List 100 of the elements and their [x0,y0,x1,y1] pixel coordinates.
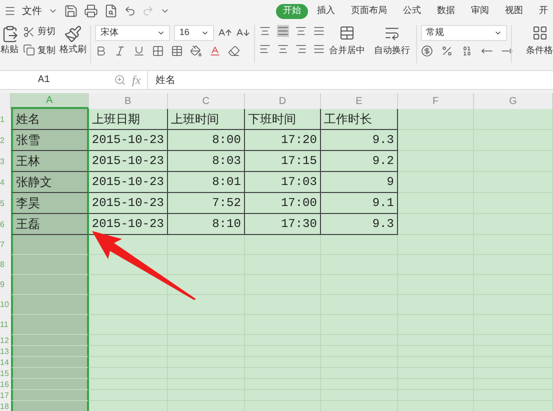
ribbon-tab[interactable]: 开 [532,4,553,18]
justify-icon[interactable] [312,43,325,55]
cell-text: 姓名 [16,111,40,128]
font-name-select[interactable]: 宋体 [95,25,170,41]
cell-text: 王林 [16,153,40,170]
cell-text: 2015-10-23 [92,174,164,191]
fx-label: fx [132,72,141,89]
cell-text: 下班时间 [248,111,296,128]
currency-icon[interactable] [421,45,434,57]
row-header[interactable]: 12 [0,335,11,346]
copy-icon[interactable] [23,44,36,56]
row-header[interactable]: 5 [0,193,11,214]
cut-label[interactable]: 剪切 [37,25,56,38]
row-header[interactable]: 18 [0,401,11,411]
cell-text: 2015-10-23 [92,195,164,212]
chevron-icon[interactable] [157,29,166,37]
row-header[interactable]: 15 [0,368,11,379]
print-icon[interactable] [84,4,98,18]
row-header[interactable]: 17 [0,390,11,401]
cell-text: 7:52 [212,195,241,212]
ribbon-tab[interactable]: 页面布局 [344,4,394,18]
column-header[interactable]: C [168,93,245,109]
column-header[interactable]: G [474,93,553,109]
cell-text: 上班时间 [170,111,219,128]
conditional-format-icon[interactable] [532,25,548,41]
merge-icon[interactable] [339,25,356,41]
align-middle-icon[interactable] [277,25,290,37]
name-box[interactable]: A1 [0,72,88,88]
column-header[interactable]: D [244,93,321,109]
eraser-icon[interactable] [228,45,240,57]
row-header[interactable]: 6 [0,214,11,235]
conditional-format-button[interactable]: 条件格 [526,44,553,58]
column-header[interactable]: B [88,93,168,109]
row-header[interactable]: 9 [0,275,11,295]
number-format-select[interactable]: 常规 [421,25,508,41]
chevron-icon[interactable] [494,29,502,37]
cell-text: 上班日期 [92,111,140,128]
ribbon-tab[interactable]: 插入 [310,4,342,18]
row-header[interactable]: 16 [0,379,11,390]
ribbon-tab[interactable]: 视图 [498,4,530,18]
format-painter-icon[interactable] [64,25,82,43]
wrap-text-button[interactable]: 自动换行 [374,44,410,58]
row-header[interactable]: 3 [0,151,11,172]
align-left-icon[interactable] [259,43,272,55]
ribbon-tab[interactable]: 开始 [276,4,308,18]
row-header[interactable]: 11 [0,315,11,335]
font-color-icon[interactable] [209,45,222,57]
cell-text: 2015-10-23 [92,153,164,170]
wrap-text-icon[interactable] [384,25,400,41]
preview-icon[interactable] [104,4,118,18]
row-header[interactable]: 13 [0,346,11,357]
ribbon-tab[interactable]: 审阅 [464,4,496,18]
chevron-icon[interactable] [201,29,210,37]
row-header[interactable]: 2 [0,130,11,151]
font-size-select[interactable]: 16 [174,25,214,41]
border-icon[interactable] [152,45,164,57]
save-icon[interactable] [64,4,78,18]
file-menu[interactable]: 文件 [22,4,42,18]
italic-icon[interactable] [114,45,126,57]
row-header[interactable]: 14 [0,357,11,368]
row-header[interactable]: 10 [0,295,11,315]
row-header[interactable]: 1 [0,109,11,130]
merge-button[interactable]: 合并居中 [329,44,366,58]
align-center-icon[interactable] [277,43,290,55]
cell-text: 9.2 [372,153,394,170]
cell-text: 9.3 [372,216,394,233]
cell-text: 9.3 [372,132,394,149]
ribbon-tab[interactable]: 公式 [396,4,428,18]
cell-text: 2015-10-23 [92,132,164,149]
fill-color-icon[interactable] [190,45,202,57]
cell-text: 8:03 [212,153,241,170]
cell-text: 2015-10-23 [92,216,164,233]
copy-label[interactable]: 复制 [37,44,56,57]
column-header[interactable]: E [320,93,398,109]
cell-text: 17:20 [280,132,317,149]
menu-icon[interactable] [4,5,16,17]
row-header[interactable]: 7 [0,235,11,255]
formula-input[interactable]: 姓名 [146,71,553,89]
undo-icon[interactable] [124,5,136,17]
align-right-icon[interactable] [295,43,308,55]
row-header[interactable]: 8 [0,255,11,275]
underline-icon[interactable] [133,45,146,57]
cell-text: 8:00 [212,132,241,149]
cut-icon[interactable] [23,26,36,38]
column-header[interactable]: F [398,93,474,109]
percent-icon[interactable] [441,45,454,57]
zoom-icon[interactable] [114,74,126,86]
cell-text: 17:03 [280,174,317,191]
table-icon[interactable] [171,45,184,57]
row-header[interactable]: 4 [0,172,11,193]
cell-text: 17:00 [280,195,317,212]
column-header[interactable]: A [10,93,89,109]
cell-text: 8:10 [212,216,241,233]
paste-icon[interactable] [0,25,19,43]
cell-text: 17:30 [280,216,317,233]
cell-text: 工作时长 [324,111,372,128]
format-painter-label[interactable]: 格式刷 [59,43,86,56]
bold-icon[interactable] [95,45,108,57]
paste-label[interactable]: 粘贴 [0,43,19,56]
ribbon-tab[interactable]: 数据 [430,4,462,18]
